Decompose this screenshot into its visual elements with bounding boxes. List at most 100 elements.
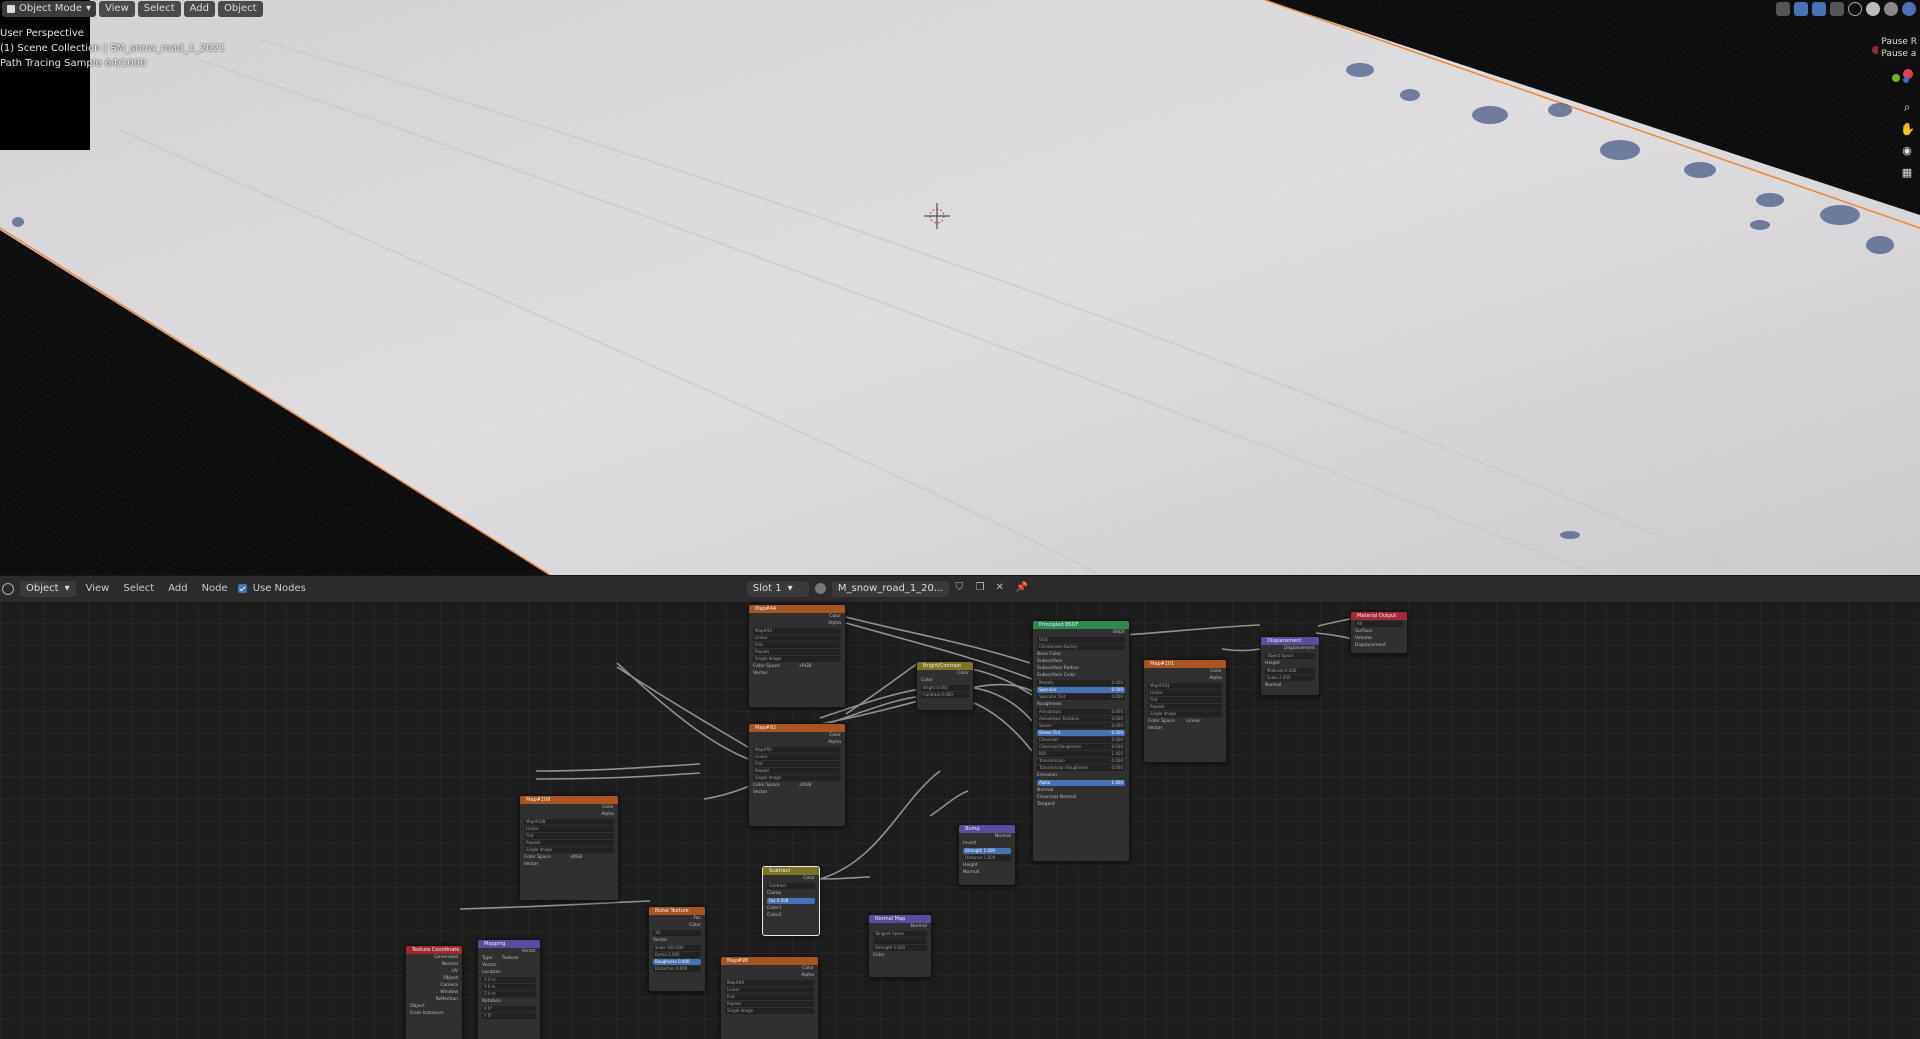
source-dropdown[interactable]: Single Image	[753, 656, 841, 662]
interpolation-dropdown[interactable]: Linear	[753, 754, 841, 760]
displacement-node[interactable]: Displacement Displacement Object Space H…	[1260, 636, 1320, 696]
shader-node-canvas[interactable]: Map#44 Color Alpha Map#44 Linear Flat Re…	[0, 601, 1920, 1039]
bsdf-input-clearcoat-normal[interactable]: Clearcoat Normal	[1033, 794, 1129, 801]
projection-dropdown[interactable]: Flat	[753, 761, 841, 767]
strength-field[interactable]: Strength 1.000	[873, 945, 927, 951]
3d-viewport[interactable]: Object Mode ▾ View Select Add Object Use…	[0, 0, 1920, 575]
image-texture-node-map44[interactable]: Map#44 Color Alpha Map#44 Linear Flat Re…	[748, 604, 846, 708]
source-dropdown[interactable]: Single Image	[524, 847, 614, 853]
use-nodes-checkbox[interactable]	[237, 584, 247, 593]
bsdf-input-specular-tint[interactable]: Specular Tint 0.000	[1037, 694, 1125, 700]
bsdf-input-tangent[interactable]: Tangent	[1033, 801, 1129, 808]
principled-bsdf-node[interactable]: Principled BSDF BSDF GGX Christensen-Bur…	[1032, 620, 1130, 862]
extension-dropdown[interactable]: Repeat	[725, 1001, 814, 1007]
node-add-menu[interactable]: Add	[164, 583, 191, 594]
space-dropdown[interactable]: Tangent Space	[873, 931, 927, 937]
midlevel-field[interactable]: Midlevel 0.500	[1265, 668, 1315, 674]
material-output-node[interactable]: Material Output All Surface Volume Displ…	[1350, 611, 1408, 654]
fake-user-shield-icon[interactable]: ⛉	[955, 582, 969, 596]
pin-icon[interactable]: 📌	[1015, 582, 1029, 596]
bump-node[interactable]: Bump Normal Invert Strength 1.000 Distan…	[958, 824, 1016, 886]
from-instancer-checkbox[interactable]: From Instancer	[406, 1010, 462, 1017]
bsdf-input-subsurface-color[interactable]: Subsurface Color	[1033, 672, 1129, 679]
image-selector[interactable]: Map#108	[524, 819, 614, 825]
image-selector[interactable]: Map#98	[725, 980, 814, 986]
distance-field[interactable]: Distance 1.000	[963, 855, 1011, 861]
rotation-y-field[interactable]: Y 0°	[482, 1013, 536, 1019]
detail-field[interactable]: Detail 2.000	[653, 952, 701, 958]
bsdf-input-emission[interactable]: Emission	[1033, 772, 1129, 779]
interpolation-dropdown[interactable]: Linear	[725, 987, 814, 993]
distortion-field[interactable]: Distortion 0.000	[653, 966, 701, 972]
extension-dropdown[interactable]: Repeat	[753, 768, 841, 774]
contrast-field[interactable]: Contrast 0.000	[921, 692, 969, 698]
normal-map-node[interactable]: Normal Map Normal Tangent Space Strength…	[868, 914, 932, 978]
color-space-row[interactable]: Color Space sRGB	[749, 782, 845, 789]
color-space-row[interactable]: Color Space sRGB	[520, 854, 618, 861]
extension-dropdown[interactable]: Repeat	[524, 840, 614, 846]
bright-field[interactable]: Bright 0.000	[921, 685, 969, 691]
bsdf-input-sheen[interactable]: Sheen 0.000	[1037, 723, 1125, 729]
bsdf-input-specular[interactable]: Specular 0.500	[1037, 687, 1125, 693]
bsdf-input-anisotropic[interactable]: Anisotropic 0.000	[1037, 709, 1125, 715]
node-select-menu[interactable]: Select	[119, 583, 158, 594]
image-selector[interactable]: Map#101	[1148, 683, 1222, 689]
xray-icon[interactable]	[1830, 2, 1844, 16]
extension-dropdown[interactable]: Repeat	[1148, 704, 1222, 710]
mapping-node[interactable]: Mapping Vector Type Texture Vector Locat…	[477, 939, 541, 1039]
color-space-row[interactable]: Color Space Linear	[1144, 718, 1226, 725]
source-dropdown[interactable]: Single Image	[1148, 711, 1222, 717]
material-name-field[interactable]: M_snow_road_1_20...	[831, 580, 950, 597]
location-z-field[interactable]: Z 0 m	[482, 991, 536, 997]
noise-texture-node[interactable]: Noise Texture Fac Color 3D Vector Scale …	[648, 906, 706, 992]
image-texture-node-map101[interactable]: Map#101 Color Alpha Map#101 Linear Flat …	[1143, 659, 1227, 763]
bsdf-input-base-color[interactable]: Base Color	[1033, 651, 1129, 658]
subsurface-method-dropdown[interactable]: Christensen-Burley	[1037, 644, 1125, 650]
add-menu[interactable]: Add	[183, 1, 215, 17]
bsdf-input-transmission-roughness[interactable]: Transmission Roughness 0.000	[1037, 765, 1125, 771]
overlay-toggle-icon[interactable]	[1812, 2, 1826, 16]
material-sphere-icon[interactable]	[814, 583, 826, 594]
location-x-field[interactable]: X 0 m	[482, 977, 536, 983]
invert-checkbox[interactable]: Invert	[959, 840, 1015, 847]
bsdf-input-transmission[interactable]: Transmission 0.000	[1037, 758, 1125, 764]
zoom-icon[interactable]: ⌕	[1900, 100, 1914, 114]
interpolation-dropdown[interactable]: Linear	[524, 826, 614, 832]
image-texture-node-map108[interactable]: Map#108 Color Alpha Map#108 Linear Flat …	[519, 795, 619, 901]
view-menu[interactable]: View	[99, 1, 135, 17]
type-row[interactable]: Type Texture	[478, 955, 540, 962]
projection-dropdown[interactable]: Flat	[524, 833, 614, 839]
node-view-menu[interactable]: View	[82, 583, 114, 594]
material-shading-icon[interactable]	[1884, 2, 1898, 16]
projection-dropdown[interactable]: Flat	[725, 994, 814, 1000]
dimensions-dropdown[interactable]: 3D	[653, 930, 701, 936]
editor-type-icon[interactable]	[2, 582, 14, 595]
scale-field[interactable]: Scale 2.000	[1265, 675, 1315, 681]
gizmo-toggle-icon[interactable]	[1794, 2, 1808, 16]
bsdf-input-subsurface-radius[interactable]: Subsurface Radius	[1033, 665, 1129, 672]
solid-shading-icon[interactable]	[1866, 2, 1880, 16]
scale-field[interactable]: Scale 300.000	[653, 945, 701, 951]
clamp-checkbox[interactable]: Clamp	[763, 890, 819, 897]
location-y-field[interactable]: Y 0 m	[482, 984, 536, 990]
pan-hand-icon[interactable]: ✋	[1900, 122, 1915, 136]
distribution-dropdown[interactable]: GGX	[1037, 637, 1125, 643]
object-type-dropdown[interactable]: Object ▾	[20, 580, 76, 597]
bsdf-input-alpha[interactable]: Alpha 1.000	[1037, 780, 1125, 786]
node-menu[interactable]: Node	[198, 583, 232, 594]
strength-slider[interactable]: Strength 1.000	[963, 848, 1011, 854]
image-selector[interactable]: Map#44	[753, 628, 841, 634]
uv-map-field[interactable]	[873, 938, 927, 944]
roughness-slider[interactable]: Roughness 0.400	[653, 959, 701, 965]
bsdf-input-anisotropic-rotation[interactable]: Anisotropic Rotation 0.000	[1037, 716, 1125, 722]
rendered-shading-icon[interactable]	[1902, 2, 1916, 16]
space-dropdown[interactable]: Object Space	[1265, 653, 1315, 659]
blend-mode-dropdown[interactable]: Subtract	[767, 883, 815, 889]
image-texture-node-map92[interactable]: Map#92 Color Alpha Map#92 Linear Flat Re…	[748, 723, 846, 827]
bsdf-input-clearcoat[interactable]: Clearcoat 0.000	[1037, 737, 1125, 743]
grid-view-icon[interactable]: ▦	[1900, 166, 1914, 180]
rotation-x-field[interactable]: X 0°	[482, 1006, 536, 1012]
interpolation-dropdown[interactable]: Linear	[1148, 690, 1222, 696]
image-texture-node-map98[interactable]: Map#98 Color Alpha Map#98 Linear Flat Re…	[720, 956, 819, 1039]
source-dropdown[interactable]: Single Image	[725, 1008, 814, 1014]
